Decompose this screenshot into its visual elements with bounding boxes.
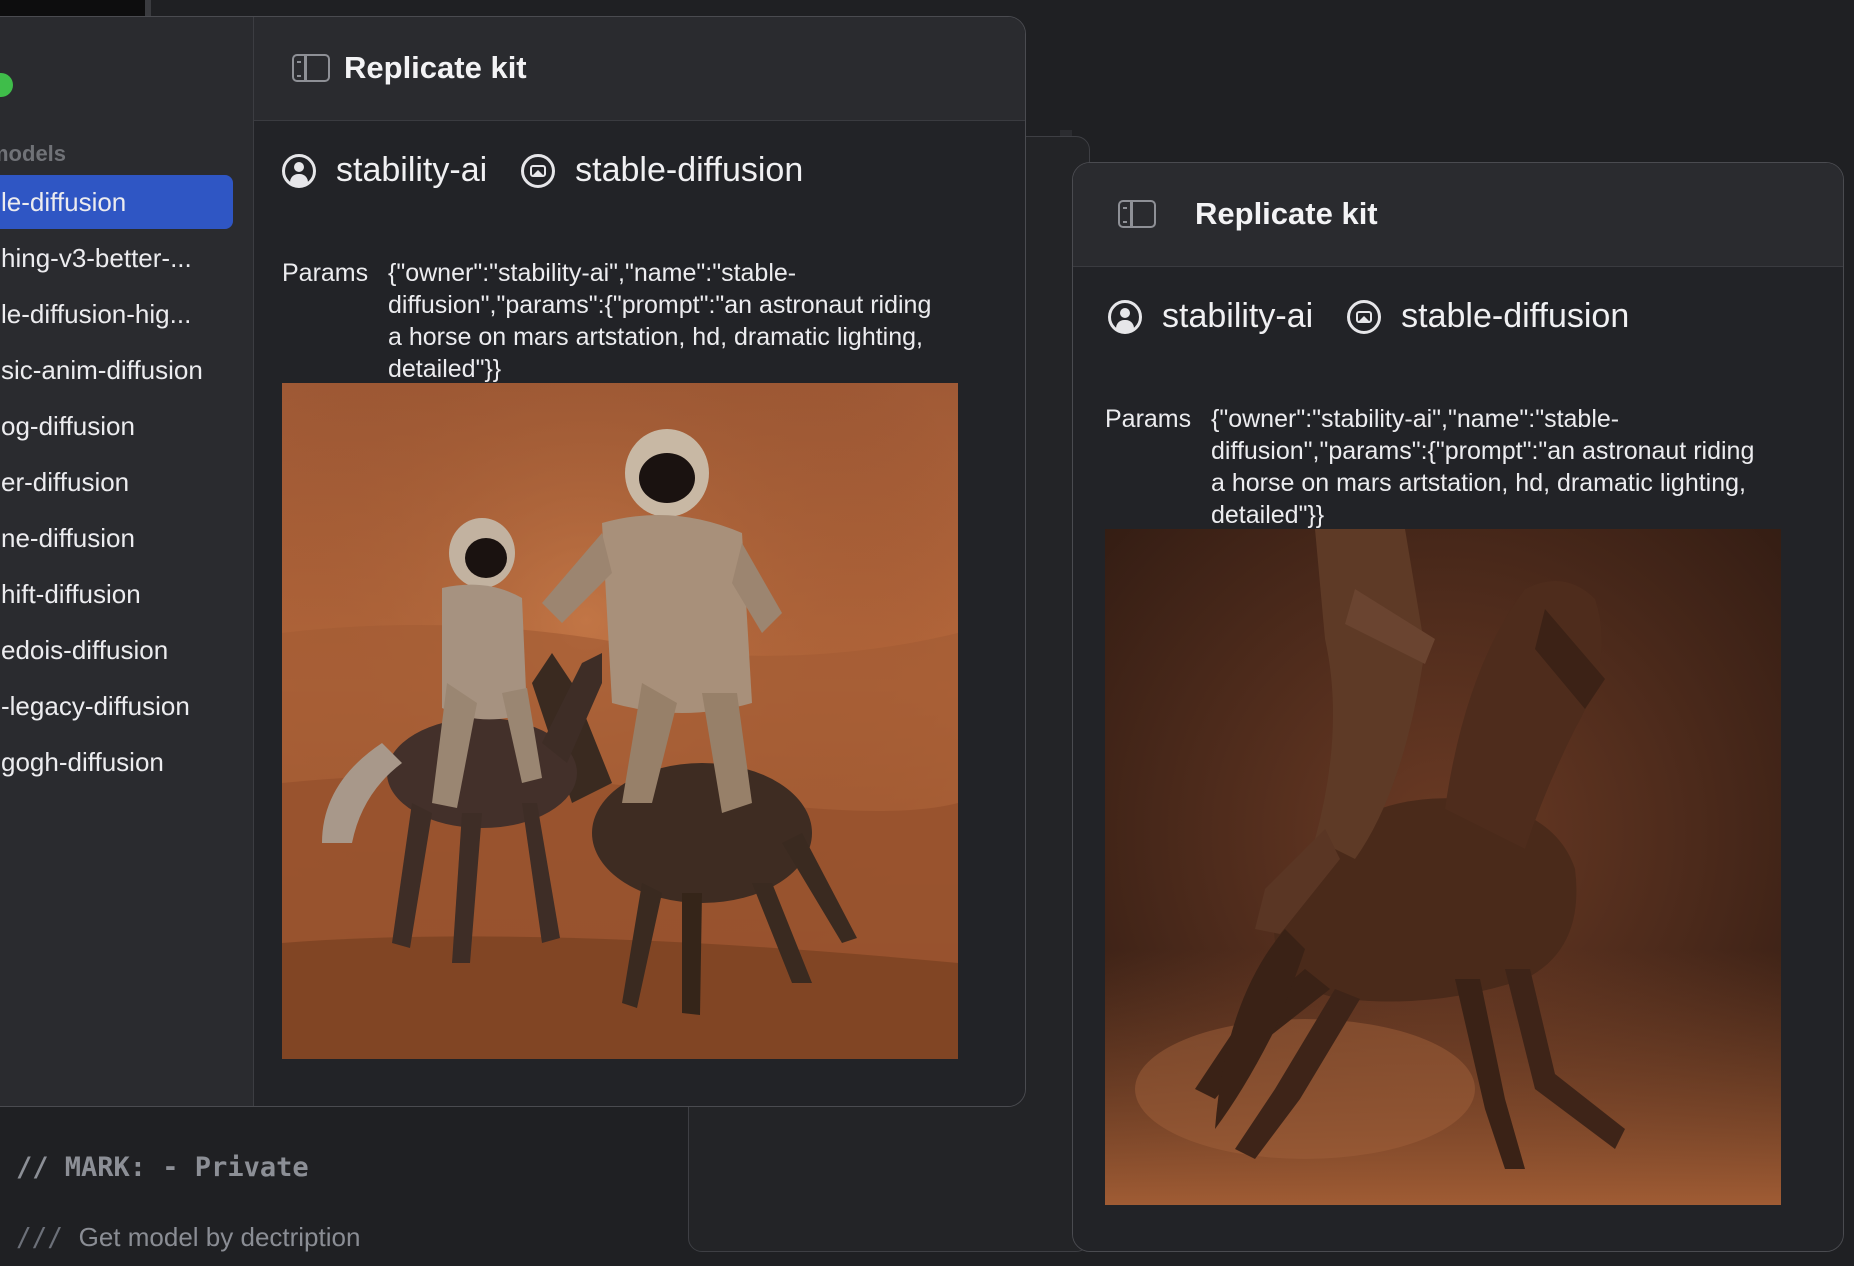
sidebar-item-model-4[interactable]: sic-anim-diffusion	[0, 343, 233, 397]
doc-text: Get model by dectription	[78, 1222, 361, 1252]
sidebar-toggle-icon[interactable]	[1118, 200, 1156, 228]
model-name-secondary: stable-diffusion	[1401, 297, 1630, 335]
params-label-secondary: Params	[1105, 405, 1192, 433]
generated-image-rider-on-galloping-horse	[1105, 529, 1781, 1205]
sidebar-item-stable-diffusion[interactable]: le-diffusion	[0, 175, 233, 229]
doc-prefix: ///	[16, 1223, 63, 1253]
photo-circle-icon	[1347, 299, 1382, 334]
detail-pane: Replicate kit stability-ai stable-diffus…	[254, 17, 1025, 1106]
sidebar-item-model-5[interactable]: og-diffusion	[0, 399, 233, 453]
zoom-window-button[interactable]	[0, 73, 13, 97]
code-mark-comment: // MARK: - Private	[16, 1152, 309, 1183]
sidebar-item-model-10[interactable]: -legacy-diffusion	[0, 679, 233, 733]
code-doc-comment: /// Get model by dectription	[16, 1222, 360, 1253]
sidebar-item-model-9[interactable]: edois-diffusion	[0, 623, 233, 677]
model-header-secondary: stability-ai stable-diffusion	[1108, 297, 1629, 336]
owner-name: stability-ai	[336, 151, 488, 189]
sidebar-item-model-11[interactable]: gogh-diffusion	[0, 735, 233, 789]
photo-circle-icon	[521, 153, 556, 188]
sidebar-section-heading: models	[0, 141, 67, 166]
generated-image-astronaut-riding-horse	[282, 383, 958, 1059]
toolbar: Replicate kit	[254, 17, 1025, 121]
params-row-secondary: Params {"owner":"stability-ai","name":"s…	[1105, 403, 1771, 531]
window-title-secondary: Replicate kit	[1195, 196, 1378, 231]
owner-name-secondary: stability-ai	[1162, 297, 1314, 335]
sidebar: models le-diffusion hing-v3-better-... l…	[0, 17, 254, 1106]
sidebar-item-model-2[interactable]: hing-v3-better-...	[0, 231, 233, 285]
model-header: stability-ai stable-diffusion	[282, 151, 803, 190]
sidebar-item-model-7[interactable]: ne-diffusion	[0, 511, 233, 565]
person-circle-icon	[1108, 299, 1142, 334]
model-list: le-diffusion hing-v3-better-... le-diffu…	[0, 175, 233, 791]
params-label: Params	[282, 259, 369, 287]
replicate-kit-window-main: models le-diffusion hing-v3-better-... l…	[0, 16, 1026, 1107]
toolbar-secondary: Replicate kit	[1073, 163, 1843, 267]
params-value-secondary: {"owner":"stability-ai","name":"stable-d…	[1211, 405, 1755, 529]
sidebar-toggle-icon[interactable]	[292, 54, 330, 82]
detail-pane-secondary: Replicate kit stability-ai stable-diffus…	[1073, 163, 1843, 1251]
model-name: stable-diffusion	[575, 151, 804, 189]
replicate-kit-window-secondary: Replicate kit stability-ai stable-diffus…	[1072, 162, 1844, 1252]
sidebar-item-model-3[interactable]: le-diffusion-hig...	[0, 287, 233, 341]
params-value: {"owner":"stability-ai","name":"stable-d…	[388, 259, 932, 383]
sidebar-item-model-8[interactable]: hift-diffusion	[0, 567, 233, 621]
sidebar-item-model-6[interactable]: er-diffusion	[0, 455, 233, 509]
params-row: Params {"owner":"stability-ai","name":"s…	[282, 257, 948, 385]
window-title: Replicate kit	[344, 50, 527, 85]
person-circle-icon	[282, 153, 316, 188]
